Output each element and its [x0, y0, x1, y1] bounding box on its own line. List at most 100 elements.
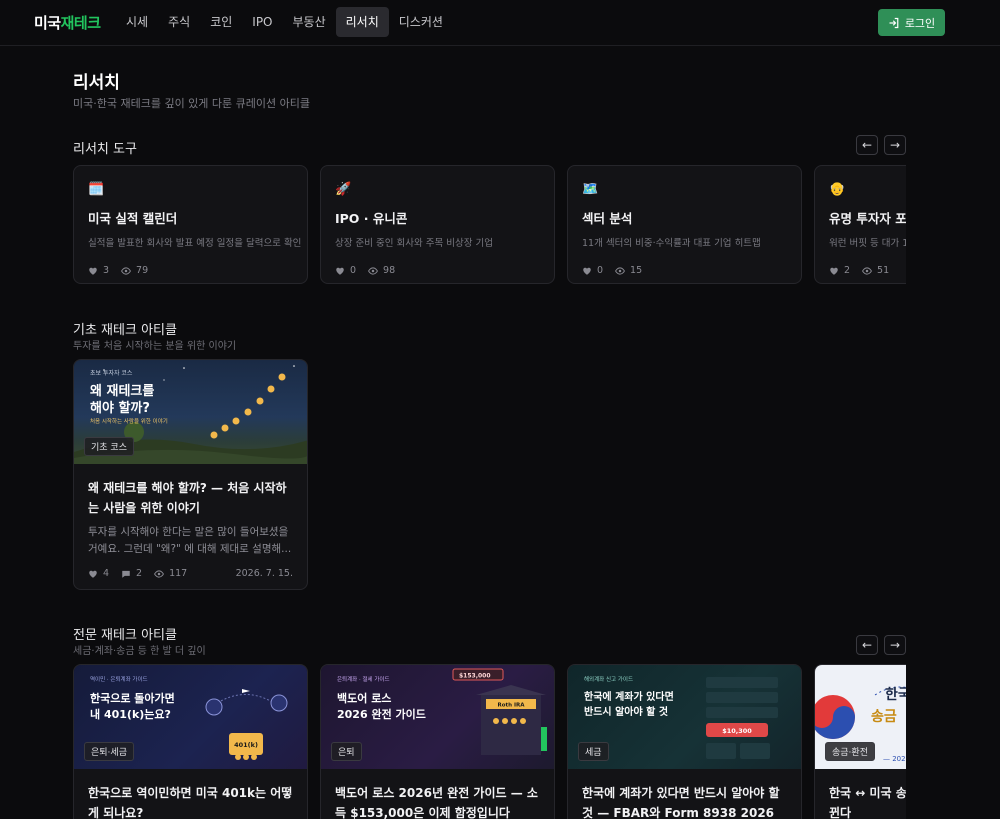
page-subtitle: 미국·한국 재테크를 깊이 있게 다룬 큐레이션 아티클: [73, 97, 310, 110]
tool-card-famous-investors[interactable]: 👴 유명 투자자 포트폴리오 워런 버핏 등 대가 15인의 포트폴리오 2 5…: [814, 165, 906, 284]
nav-item-ipo[interactable]: IPO: [242, 7, 282, 37]
login-label: 로그인: [904, 16, 936, 30]
article-title: 한국에 계좌가 있다면 반드시 알아야 할 것 — FBAR와 Form 893…: [582, 786, 780, 819]
heart-icon: [583, 267, 591, 275]
thumb-line-2: 반드시 알아야 할 것: [584, 707, 669, 718]
thumb-year-2026: — 2026: [883, 755, 906, 763]
article-title: 한국으로 역이민하면 미국 401k는 어떻게 되나요?: [88, 786, 293, 819]
nav-item-real-estate[interactable]: 부동산: [283, 7, 336, 37]
nav-item-stocks[interactable]: 주식: [158, 7, 200, 37]
pro-next-button[interactable]: →: [884, 635, 906, 655]
tool-card-desc: 11개 섹터의 비중·수익률과 대표 기업 히트맵: [582, 238, 761, 249]
article-card-remittance[interactable]: — 2026 한국 송금 송금·환전 한국 ↔ 미국 송금 환전 제도가 통째로…: [814, 664, 906, 819]
pro-prev-button[interactable]: ←: [856, 635, 878, 655]
investor-icon: 👴: [829, 182, 846, 197]
like-count: 3: [88, 265, 109, 276]
rocket-icon: 🚀: [335, 182, 352, 197]
view-count: 15: [615, 265, 642, 276]
like-count: 0: [335, 265, 356, 276]
view-count: 117: [154, 568, 187, 579]
tools-carousel-controls: ← →: [856, 135, 906, 155]
tools-carousel: 🗓️ 미국 실적 캘린더 실적을 발표한 회사와 발표 예정 일정을 달력으로 …: [73, 165, 906, 285]
thumb-line-2: 해야 할까?: [90, 401, 150, 416]
page-title: 리서치: [73, 73, 120, 93]
article-thumbnail: 401(k) 역이민 · 은퇴계좌 가이드 한국으로 돌아가면 내 401(k)…: [74, 665, 307, 769]
tool-card-stats: 0 98: [335, 265, 540, 276]
article-title: 한국 ↔ 미국 송금 환전 제도가 통째로 바뀐다: [829, 786, 906, 819]
pro-section-title: 전문 재테크 아티클: [73, 628, 177, 643]
nav-item-crypto[interactable]: 코인: [200, 7, 242, 37]
tool-card-stats: 0 15: [582, 265, 787, 276]
article-excerpt: 투자를 시작해야 한다는 말은 많이 들어보셨을 거예요. 그런데 "왜?" 에…: [88, 526, 292, 555]
view-count: 79: [121, 265, 148, 276]
tool-card-sector-analysis[interactable]: 🗺️ 섹터 분석 11개 섹터의 비중·수익률과 대표 기업 히트맵 0 15: [567, 165, 802, 284]
eye-icon: [368, 266, 378, 275]
category-badge: 기초 코스: [84, 437, 134, 456]
article-title: 백도어 로스 2026년 완전 가이드 — 소득 $153,000은 이제 함정…: [335, 786, 538, 819]
thumb-line-1: 한국으로 돌아가면: [90, 692, 175, 705]
thumb-roth-label: Roth IRA: [497, 703, 525, 709]
pro-carousel: 401(k) 역이민 · 은퇴계좌 가이드 한국으로 돌아가면 내 401(k)…: [73, 664, 906, 819]
article-card-backdoor-roth[interactable]: $153,000 Roth IRA 은퇴계좌 · 절세 가이드 백도어 로스 2…: [320, 664, 555, 819]
article-body: 백도어 로스 2026년 완전 가이드 — 소득 $153,000은 이제 함정…: [321, 769, 554, 819]
article-thumbnail: — 2026 한국 송금 송금·환전: [815, 665, 906, 769]
thumb-line-2: 내 401(k)는요?: [90, 708, 171, 721]
tool-card-title: 미국 실적 캘린더: [88, 211, 178, 226]
thumb-kicker: 은퇴계좌 · 절세 가이드: [337, 677, 390, 683]
thumb-kicker: 초보 투자자 코스: [90, 370, 133, 377]
thumb-kicker: 역이민 · 은퇴계좌 가이드: [90, 677, 148, 683]
nav-item-prices[interactable]: 시세: [116, 7, 158, 37]
top-navigation-bar: 미국재테크 시세 주식 코인 IPO 부동산 리서치 디스커션 로그인: [0, 0, 1000, 46]
site-logo[interactable]: 미국재테크: [34, 12, 101, 33]
category-badge: 은퇴: [331, 742, 362, 761]
thumb-amount-153: $153,000: [459, 673, 491, 680]
thumb-line-2: 송금: [871, 709, 897, 725]
thumb-line-1: 한국: [885, 687, 906, 703]
article-body: 한국 ↔ 미국 송금 환전 제도가 통째로 바뀐다: [815, 769, 906, 819]
tool-card-title: 유명 투자자 포트폴리오: [829, 211, 906, 226]
tools-next-button[interactable]: →: [884, 135, 906, 155]
thumb-line-1: 한국에 계좌가 있다면: [584, 692, 674, 703]
tool-card-title: IPO · 유니콘: [335, 211, 408, 226]
article-card-401k-return[interactable]: 401(k) 역이민 · 은퇴계좌 가이드 한국으로 돌아가면 내 401(k)…: [73, 664, 308, 819]
article-thumbnail: $153,000 Roth IRA 은퇴계좌 · 절세 가이드 백도어 로스 2…: [321, 665, 554, 769]
tool-card-stats: 2 51: [829, 265, 906, 276]
like-count: 0: [582, 265, 603, 276]
view-count: 98: [368, 265, 395, 276]
nav-item-discussion[interactable]: 디스커션: [389, 7, 453, 37]
comment-icon: [122, 570, 130, 578]
tool-card-desc: 실적을 발표한 회사와 발표 예정 일정을 달력으로 확인: [88, 238, 302, 249]
login-button[interactable]: 로그인: [878, 9, 945, 36]
view-count: 51: [862, 265, 889, 276]
calendar-icon: 🗓️: [88, 182, 105, 197]
article-body: 한국으로 역이민하면 미국 401k는 어떻게 되나요?: [74, 769, 307, 819]
eye-icon: [154, 569, 164, 578]
pro-section-subtitle: 세금·계좌·송금 등 한 발 더 깊이: [73, 646, 206, 657]
article-meta: 4 2 117 2026. 7. 15.: [88, 568, 293, 579]
tool-card-earnings-calendar[interactable]: 🗓️ 미국 실적 캘린더 실적을 발표한 회사와 발표 예정 일정을 달력으로 …: [73, 165, 308, 284]
comment-count: 2: [121, 568, 142, 579]
thumb-amount-10300: $10,300: [722, 727, 752, 735]
tool-card-ipo-unicorn[interactable]: 🚀 IPO · 유니콘 상장 준비 중인 회사와 주목 비상장 기업 0 98: [320, 165, 555, 284]
nav-item-research[interactable]: 리서치: [335, 7, 389, 37]
thumb-kicker: 해외계좌 신고 가이드: [584, 677, 634, 683]
pro-carousel-controls: ← →: [856, 635, 906, 655]
login-icon: [889, 17, 899, 28]
tool-card-desc: 워런 버핏 등 대가 15인의 포트폴리오: [829, 238, 906, 249]
article-body: 왜 재테크를 해야 할까? — 처음 시작하는 사람을 위한 이야기 투자를 시…: [74, 464, 307, 589]
thumb-sub: 처음 시작하는 사람을 위한 이야기: [90, 419, 168, 425]
thumb-line-1: 왜 재테크를: [90, 384, 155, 399]
eye-icon: [615, 266, 625, 275]
article-card-fbar[interactable]: $10,300 해외계좌 신고 가이드 한국에 계좌가 있다면 반드시 알아야 …: [567, 664, 802, 819]
tool-card-title: 섹터 분석: [582, 211, 633, 226]
like-count: 4: [88, 568, 109, 579]
heart-icon: [830, 267, 838, 275]
tools-prev-button[interactable]: ←: [856, 135, 878, 155]
category-badge: 세금: [578, 742, 609, 761]
article-thumbnail: $10,300 해외계좌 신고 가이드 한국에 계좌가 있다면 반드시 알아야 …: [568, 665, 801, 769]
logo-main-text: 미국: [34, 14, 61, 32]
article-title: 왜 재테크를 해야 할까? — 처음 시작하는 사람을 위한 이야기: [88, 481, 287, 515]
article-card-why-invest[interactable]: 초보 투자자 코스 왜 재테크를 해야 할까? 처음 시작하는 사람을 위한 이…: [73, 359, 308, 590]
like-count: 2: [829, 265, 850, 276]
tools-section-title: 리서치 도구: [73, 142, 137, 157]
